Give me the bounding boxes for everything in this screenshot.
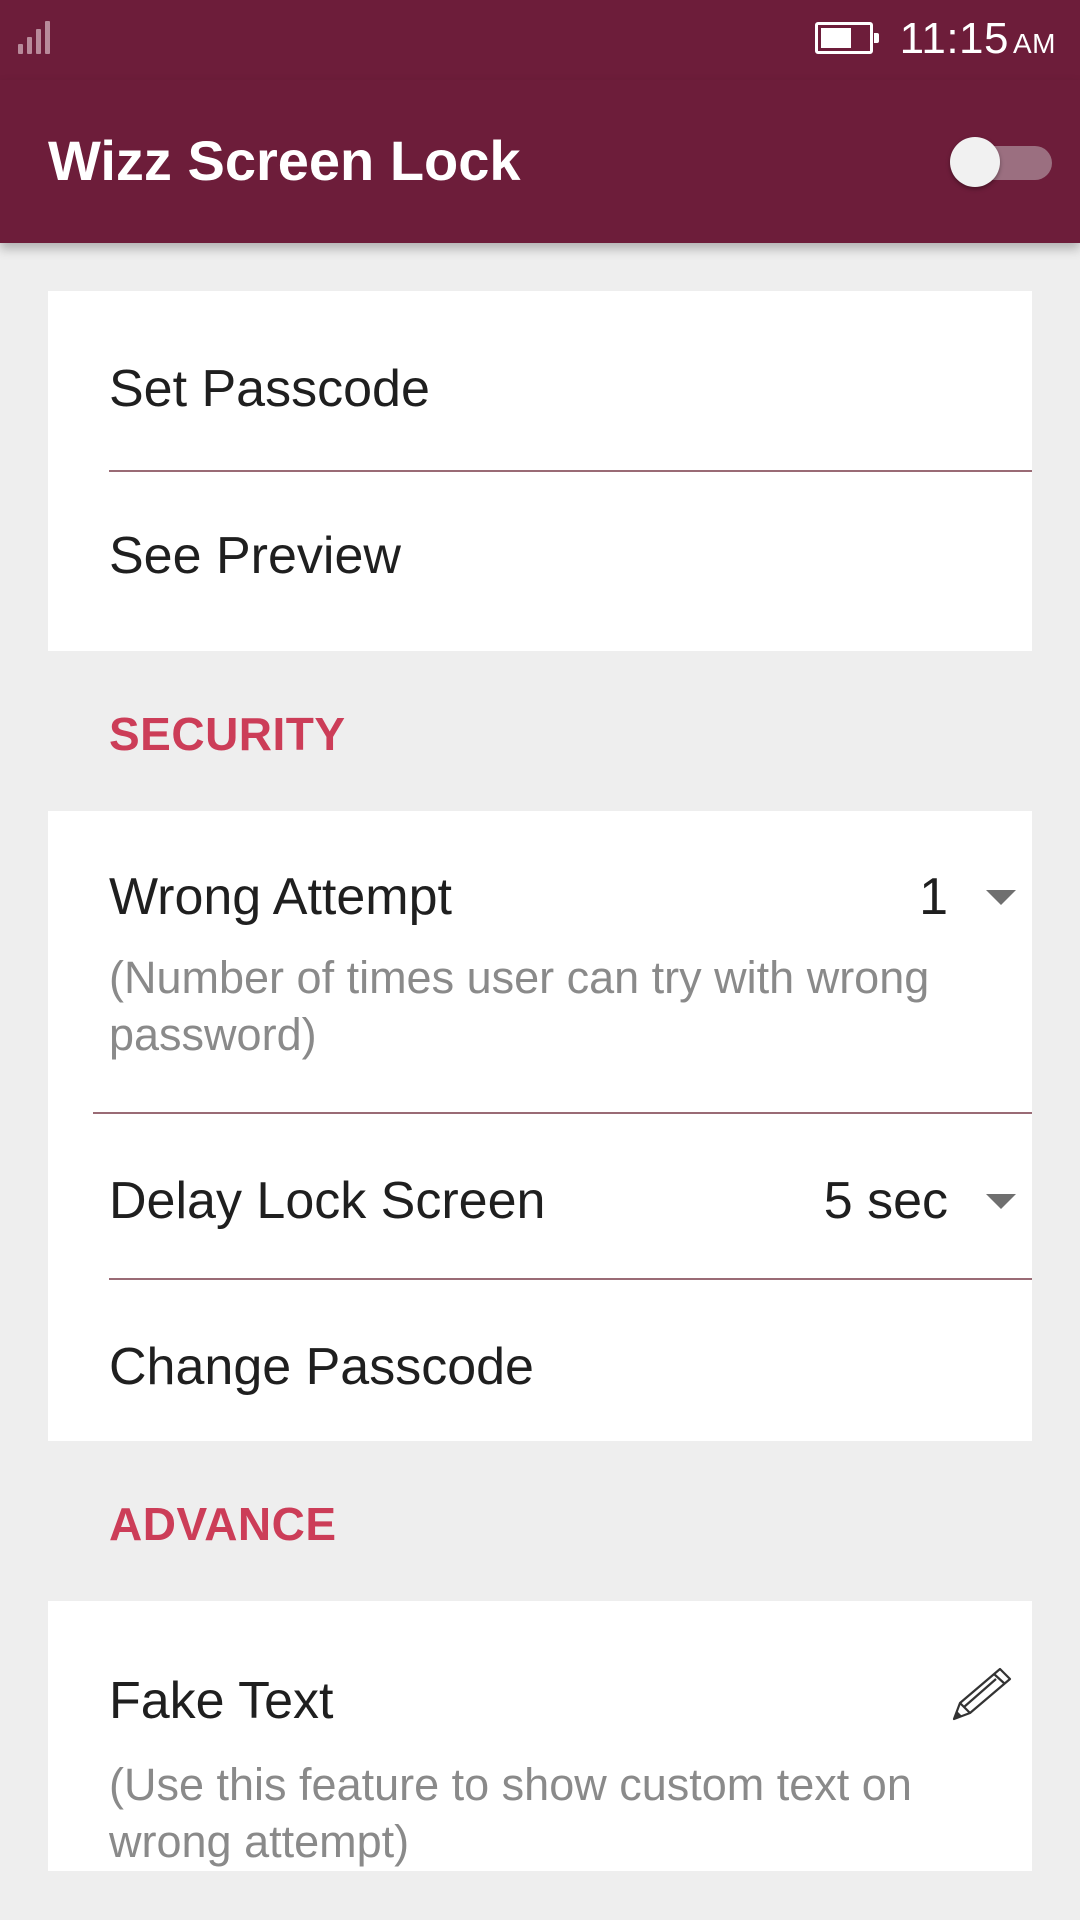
clock-ampm: AM bbox=[1013, 28, 1056, 59]
wrong-attempt-item[interactable]: Wrong Attempt 1 (Number of times user ca… bbox=[48, 811, 1032, 1112]
wrong-attempt-value[interactable]: 1 bbox=[908, 867, 948, 927]
see-preview-label: See Preview bbox=[109, 527, 401, 585]
chevron-down-icon[interactable] bbox=[986, 1194, 1016, 1209]
status-bar: 11:15 AM bbox=[0, 0, 1080, 80]
status-clock: 11:15 AM bbox=[900, 14, 1056, 64]
fake-text-item[interactable]: Fake Text (Use this feature to show cust… bbox=[48, 1601, 1032, 1871]
fake-text-description: (Use this feature to show custom text on… bbox=[109, 1759, 912, 1867]
app-title: Wizz Screen Lock bbox=[48, 129, 521, 192]
app-bar: Wizz Screen Lock bbox=[0, 80, 1080, 243]
delay-lock-screen-value[interactable]: 5 sec bbox=[748, 1171, 948, 1231]
signal-icon bbox=[18, 20, 54, 54]
change-passcode-label: Change Passcode bbox=[109, 1338, 534, 1396]
change-passcode-item[interactable]: Change Passcode bbox=[48, 1280, 1032, 1441]
set-passcode-label: Set Passcode bbox=[109, 360, 430, 418]
passcode-card: Set Passcode See Preview bbox=[48, 291, 1032, 651]
toggle-thumb bbox=[950, 137, 1000, 187]
clock-time: 11:15 bbox=[899, 14, 1009, 63]
lock-enable-toggle[interactable] bbox=[950, 137, 1052, 187]
wrong-attempt-label: Wrong Attempt bbox=[109, 868, 452, 926]
security-card: Wrong Attempt 1 (Number of times user ca… bbox=[48, 811, 1032, 1441]
delay-lock-screen-item[interactable]: Delay Lock Screen 5 sec bbox=[48, 1114, 1032, 1278]
see-preview-item[interactable]: See Preview bbox=[48, 472, 1032, 651]
battery-icon bbox=[815, 22, 879, 54]
set-passcode-item[interactable]: Set Passcode bbox=[48, 291, 1032, 471]
advance-card: Fake Text (Use this feature to show cust… bbox=[48, 1601, 1032, 1871]
delay-lock-screen-label: Delay Lock Screen bbox=[109, 1172, 546, 1230]
security-section-header: SECURITY bbox=[109, 708, 346, 760]
fake-text-label: Fake Text bbox=[109, 1672, 334, 1730]
wrong-attempt-description: (Number of times user can try with wrong… bbox=[109, 952, 930, 1060]
pencil-icon[interactable] bbox=[948, 1663, 1014, 1723]
advance-section-header: ADVANCE bbox=[109, 1498, 337, 1550]
chevron-down-icon[interactable] bbox=[986, 890, 1016, 905]
